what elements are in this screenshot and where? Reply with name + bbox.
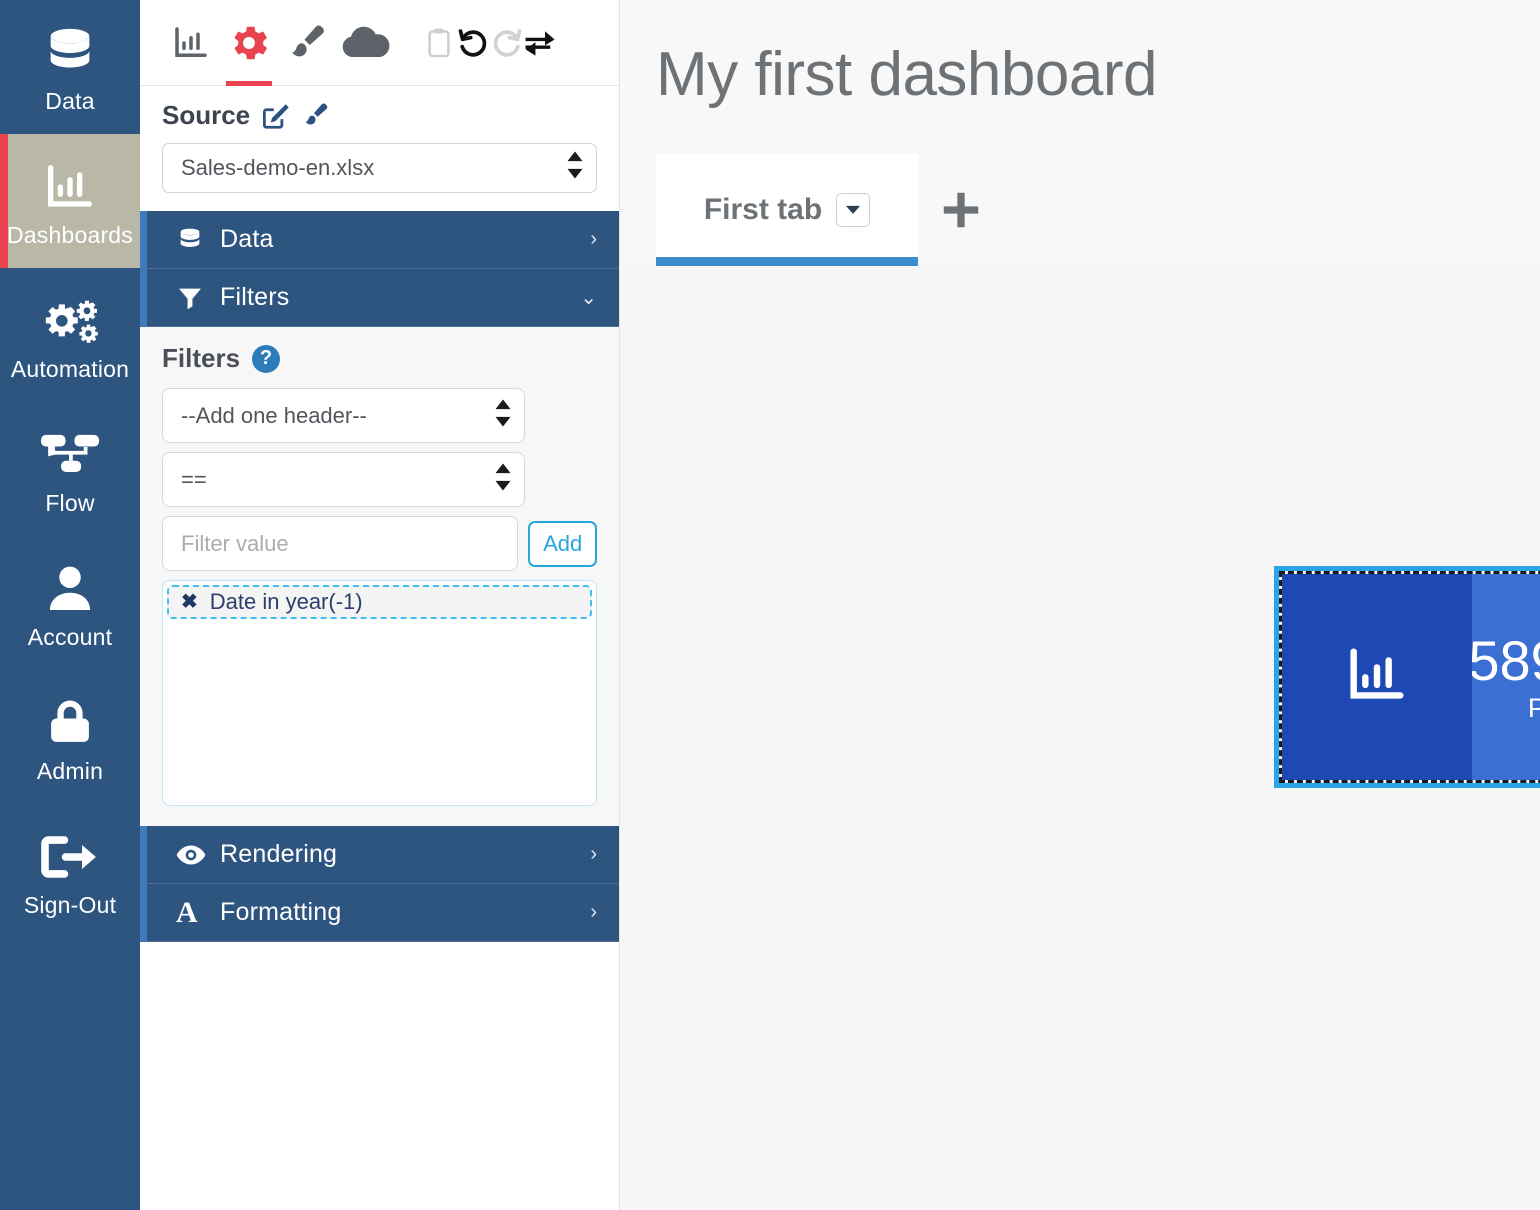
sidebar-item-flow[interactable]: Flow [0, 402, 140, 536]
sidebar-item-label: Dashboards [6, 221, 134, 248]
filters-title: Filters [162, 343, 241, 373]
paintbrush-icon[interactable] [278, 0, 336, 86]
lock-icon [39, 692, 101, 754]
cloud-icon[interactable] [336, 0, 394, 86]
add-filter-button[interactable]: Add [528, 520, 597, 567]
funnel-icon [176, 284, 210, 312]
eye-icon [176, 842, 210, 868]
section-formatting[interactable]: A Formatting › [140, 884, 619, 942]
filter-chip-list[interactable]: ✖ Date in year(-1) [162, 580, 597, 806]
sidebar-item-automation[interactable]: Automation [0, 268, 140, 402]
sidebar-item-label: Account [27, 623, 113, 650]
database-icon [176, 226, 210, 254]
section-label: Data [220, 225, 274, 253]
kpi-value: 8589724.5599999 [1472, 628, 1540, 692]
panel-empty-space [140, 942, 619, 1210]
sidebar-item-data[interactable]: Data [0, 0, 140, 134]
gear-icon[interactable] [220, 0, 278, 86]
sidebar-item-label: Automation [10, 355, 130, 382]
spinner-icon [494, 398, 512, 434]
filter-chip-label: Date in year(-1) [209, 589, 363, 614]
filters-header: Filters ? [162, 343, 597, 374]
filter-header-select[interactable]: --Add one header-- [162, 388, 525, 443]
sidebar-item-admin[interactable]: Admin [0, 670, 140, 804]
bar-chart-icon [39, 156, 101, 218]
filter-header-value: --Add one header-- [181, 402, 367, 428]
tab-label: First tab [703, 193, 823, 226]
spinner-icon [494, 462, 512, 498]
kpi-widget-container[interactable]: 8589724.5599999 Previous year revenue [1274, 566, 1540, 788]
dashboard-board: 8589724.5599999 Previous year revenue [620, 266, 1540, 1210]
chevron-right-icon: › [590, 901, 597, 923]
swap-icon[interactable] [524, 0, 558, 86]
sidebar-item-label: Flow [45, 489, 95, 516]
dashboard-canvas: My first dashboard First tab 58 P [620, 0, 1540, 1210]
filter-operator-value: == [181, 466, 207, 492]
section-label: Rendering [220, 840, 338, 868]
source-block: Source Sales-demo-en.xlsx [140, 86, 619, 211]
sidebar-item-account[interactable]: Account [0, 536, 140, 670]
section-label: Formatting [220, 898, 342, 926]
sidebar-item-label: Sign-Out [23, 891, 117, 918]
chevron-right-icon: › [590, 228, 597, 250]
sidebar-item-label: Admin [36, 757, 104, 784]
database-icon [39, 22, 101, 84]
source-select-value: Sales-demo-en.xlsx [181, 155, 375, 180]
spinner-icon [566, 150, 584, 186]
filter-value-row: Add [162, 516, 597, 571]
section-filters[interactable]: Filters ⌄ [140, 269, 619, 327]
sidebar-item-sign-out[interactable]: Sign-Out [0, 804, 140, 938]
close-icon[interactable]: ✖ [181, 592, 198, 612]
section-label: Filters [220, 283, 290, 311]
kpi-body: 8589724.5599999 Previous year revenue [1472, 574, 1540, 780]
sidebar-item-dashboards[interactable]: Dashboards [0, 134, 140, 268]
source-header: Source [162, 100, 597, 131]
page-title: My first dashboard [656, 39, 1158, 109]
undo-icon[interactable] [456, 0, 490, 86]
kpi-label: Previous year revenue [1527, 693, 1540, 724]
dashboard-header: My first dashboard [620, 0, 1540, 148]
filter-value-input[interactable] [162, 516, 519, 571]
panel-toolbar [140, 0, 619, 86]
app-root: Data Dashboards Automation Flow Account … [0, 0, 1540, 1210]
filter-chip[interactable]: ✖ Date in year(-1) [167, 585, 592, 619]
section-rendering[interactable]: Rendering › [140, 826, 619, 884]
clipboard-icon[interactable] [422, 0, 456, 86]
section-data[interactable]: Data › [140, 211, 619, 269]
flow-icon [39, 424, 101, 486]
redo-icon[interactable] [490, 0, 524, 86]
chart-icon[interactable] [162, 0, 220, 86]
help-icon[interactable]: ? [252, 344, 281, 373]
brush-icon[interactable] [300, 101, 330, 131]
source-title: Source [162, 100, 251, 130]
tab-bar: First tab [620, 148, 1540, 266]
main-sidebar: Data Dashboards Automation Flow Account … [0, 0, 140, 1210]
filters-body: Filters ? --Add one header-- == Filter v… [140, 327, 619, 826]
add-tab-button[interactable] [918, 154, 1004, 266]
tab-first-tab[interactable]: First tab [656, 154, 918, 266]
chevron-down-icon: ⌄ [580, 287, 597, 309]
source-select[interactable]: Sales-demo-en.xlsx [162, 143, 597, 193]
edit-icon[interactable] [260, 101, 290, 131]
user-icon [39, 558, 101, 620]
gears-icon [39, 290, 101, 352]
chevron-down-icon[interactable] [836, 193, 871, 227]
kpi-icon-pane [1282, 574, 1472, 780]
sign-out-icon [39, 826, 101, 888]
kpi-widget[interactable]: 8589724.5599999 Previous year revenue [1282, 574, 1540, 780]
chevron-right-icon: › [590, 843, 597, 865]
font-icon: A [176, 895, 198, 929]
sidebar-item-label: Data [45, 87, 95, 114]
properties-panel: Source Sales-demo-en.xlsx Data › Filters… [140, 0, 620, 1210]
filter-operator-select[interactable]: == [162, 452, 525, 507]
bar-chart-icon [1342, 640, 1412, 715]
